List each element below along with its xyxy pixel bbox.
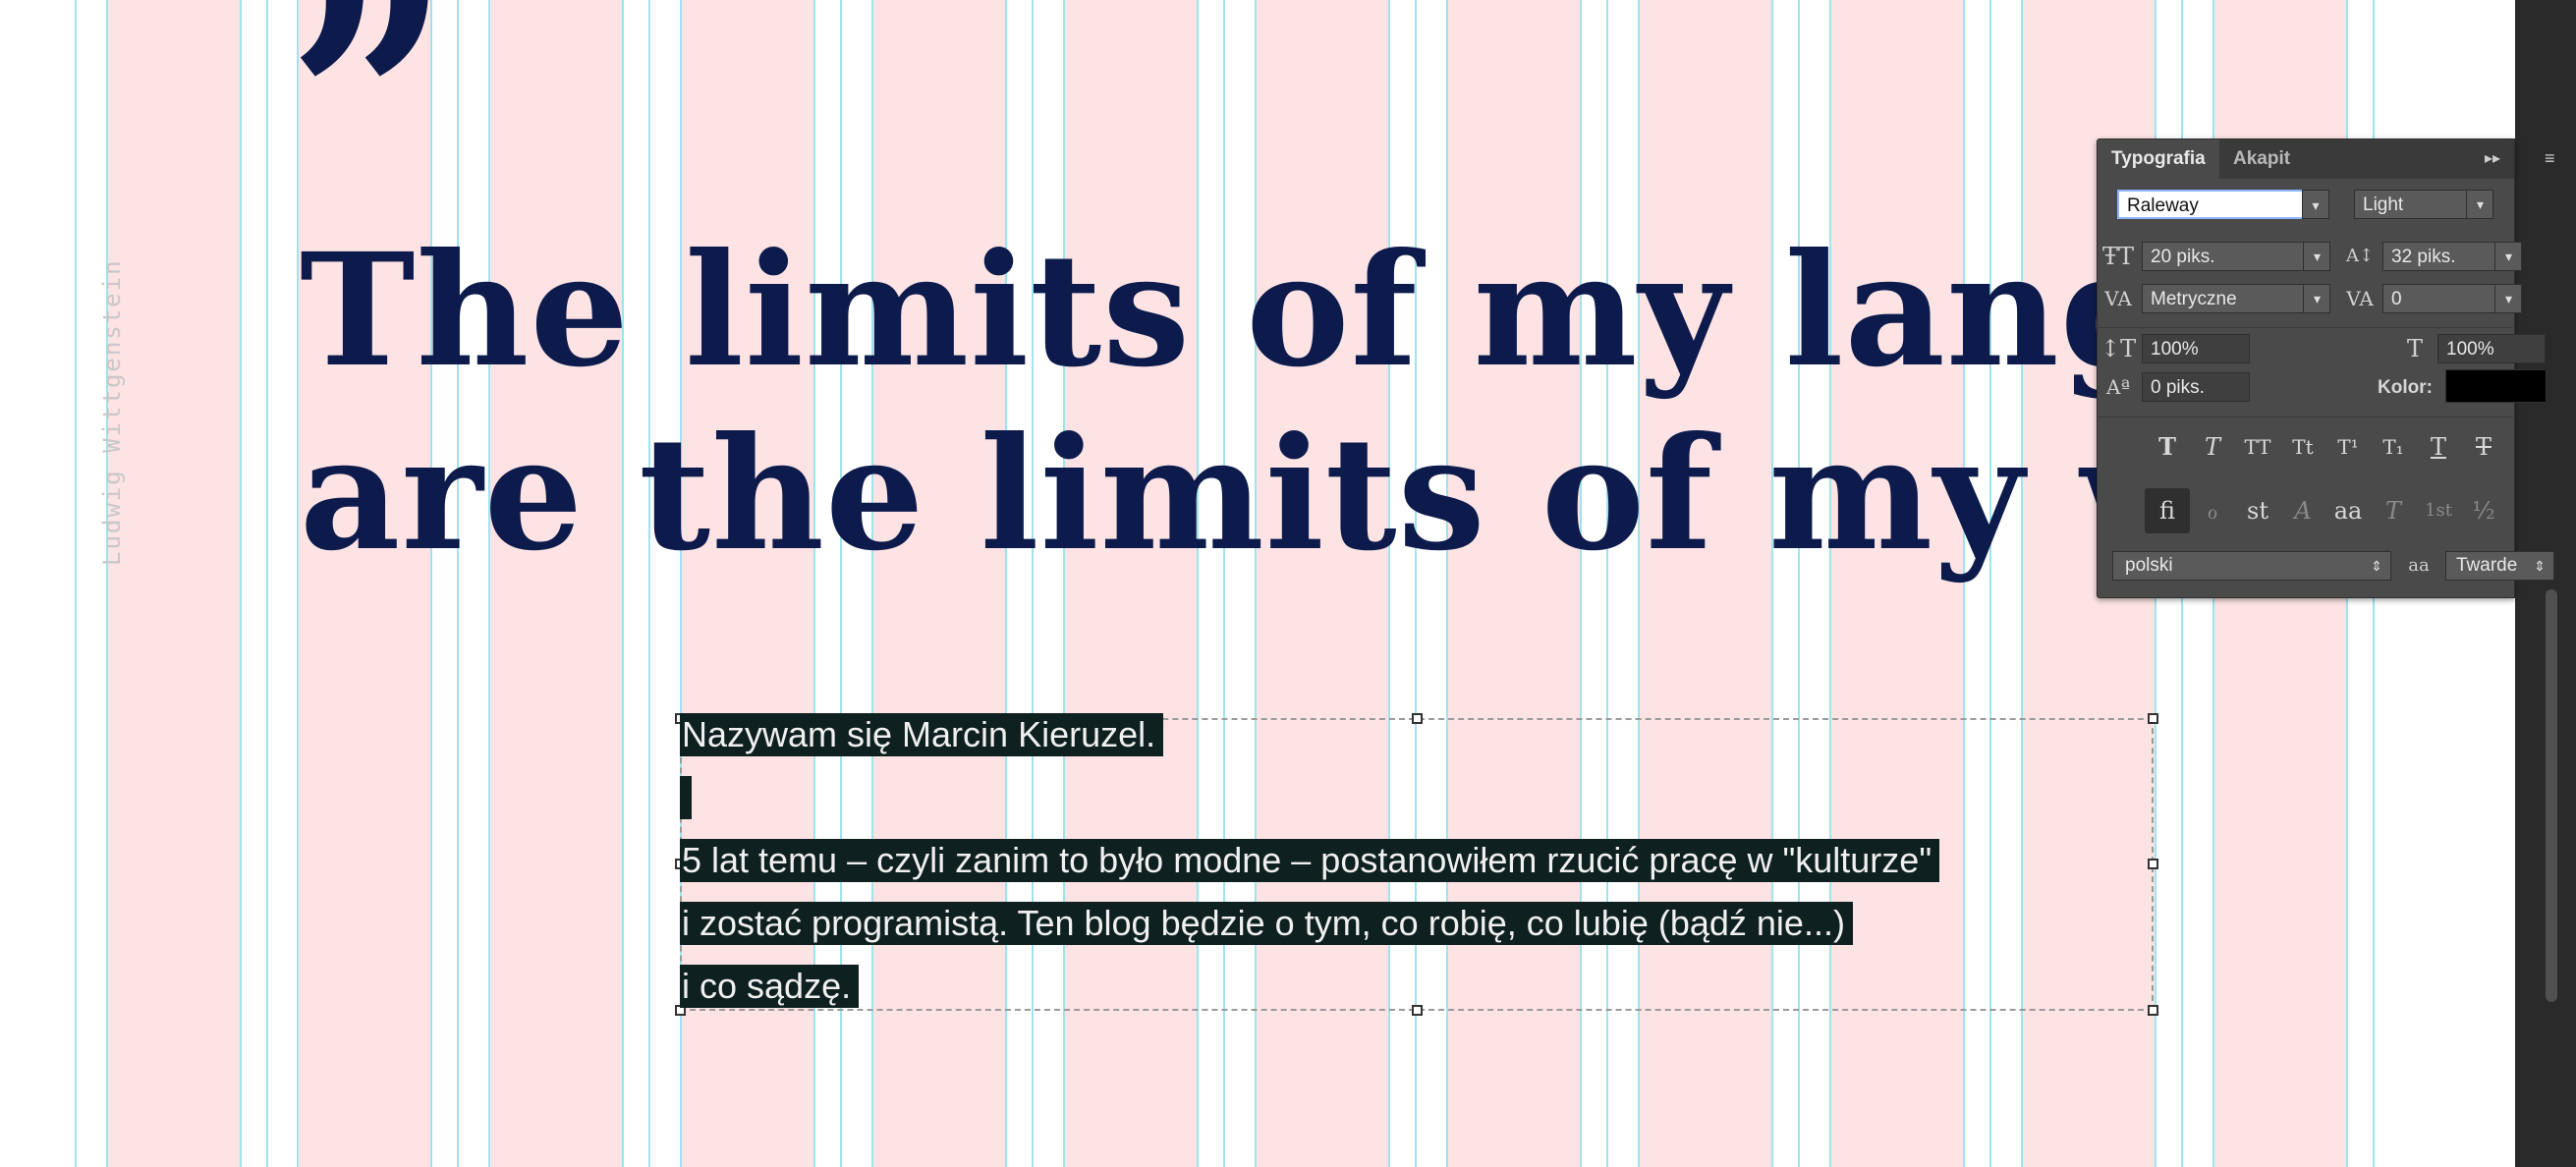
updown-arrows-icon: ⇕	[2534, 558, 2546, 574]
vertical-scale-icon: ↕T	[2100, 335, 2137, 362]
chevron-down-icon[interactable]: ▾	[2494, 284, 2522, 313]
titling-alternates-button[interactable]: T	[2371, 488, 2416, 533]
subscript-button[interactable]: T₁	[2371, 424, 2416, 470]
color-swatch[interactable]	[2445, 369, 2547, 403]
font-family-input[interactable]: Raleway	[2117, 190, 2304, 219]
text-line[interactable]: 5 lat temu – czyli zanim to było modne –…	[680, 839, 1940, 882]
faux-italic-button[interactable]: T	[2190, 424, 2235, 470]
guide-line	[266, 0, 268, 1167]
antialias-select[interactable]: Twarde ⇕	[2445, 551, 2554, 581]
chevron-down-icon[interactable]: ▾	[2303, 242, 2330, 271]
text-line[interactable]: i co sądzę.	[680, 965, 860, 1008]
layout-column	[106, 0, 240, 1167]
superscript-button[interactable]: T¹	[2325, 424, 2371, 470]
underline-button[interactable]: T	[2416, 424, 2461, 470]
tab-akapit[interactable]: Akapit	[2219, 139, 2304, 179]
language-select[interactable]: polski ⇕	[2112, 551, 2391, 581]
tab-typografia[interactable]: Typografia	[2098, 139, 2219, 179]
leading-icon: A↕	[2345, 246, 2375, 266]
font-size-icon: ŦT	[2101, 243, 2134, 270]
guide-line	[240, 0, 242, 1167]
swash-button[interactable]: A	[2280, 488, 2325, 533]
author-credit-wrap: Ludwig Wittgenstein	[98, 248, 128, 572]
author-credit: Ludwig Wittgenstein	[98, 258, 126, 566]
panel-divider	[2097, 327, 2513, 328]
tracking-icon: VA	[2346, 287, 2374, 310]
horizontal-scale-icon: T	[2406, 335, 2423, 362]
fractions-button[interactable]: ½	[2461, 488, 2506, 533]
empty-line-selection[interactable]	[680, 776, 692, 819]
collapse-panel-icon[interactable]: ▸▸	[2485, 139, 2500, 179]
small-caps-button[interactable]: Tt	[2280, 424, 2325, 470]
chevron-down-icon[interactable]: ▾	[2466, 190, 2493, 219]
text-line[interactable]: Nazywam się Marcin Kieruzel.	[680, 713, 1164, 756]
scrollbar-thumb[interactable]	[2546, 589, 2557, 1002]
kerning-icon: VA	[2104, 287, 2132, 310]
font-family-dropdown[interactable]: ▾	[2302, 190, 2329, 219]
resize-handle-right[interactable]	[2148, 859, 2158, 869]
panel-tab-bar: Typografia Akapit ▸▸	[2098, 139, 2514, 179]
panel-menu-icon[interactable]: ≡	[2545, 146, 2574, 170]
antialias-value: Twarde	[2456, 555, 2518, 576]
all-caps-button[interactable]: TT	[2235, 424, 2280, 470]
vertical-scale-input[interactable]: 100%	[2142, 334, 2250, 363]
stylistic-alternates-button[interactable]: aa	[2325, 488, 2371, 533]
color-label: Kolor:	[2378, 377, 2433, 398]
resize-handle-bottom[interactable]	[1412, 1005, 1423, 1016]
baseline-shift-input[interactable]: 0 piks.	[2142, 372, 2250, 402]
quote-mark: ”	[287, 0, 451, 270]
strikethrough-button[interactable]: T	[2461, 424, 2506, 470]
resize-handle-top[interactable]	[1412, 713, 1423, 724]
language-value: polski	[2125, 555, 2173, 576]
old-style-figures-button[interactable]: ℴ	[2190, 488, 2235, 533]
chevron-down-icon[interactable]: ▾	[2303, 284, 2330, 313]
antialias-icon: aa	[2408, 555, 2430, 576]
chevron-down-icon[interactable]: ▾	[2494, 242, 2522, 271]
text-line[interactable]: i zostać programistą. Ten blog będzie o …	[680, 902, 1853, 945]
ordinals-button[interactable]: 1st	[2416, 488, 2461, 533]
horizontal-scale-input[interactable]: 100%	[2437, 334, 2546, 363]
guide-line	[106, 0, 108, 1167]
guide-line	[75, 0, 77, 1167]
faux-bold-button[interactable]: T	[2145, 424, 2190, 470]
ligatures-button[interactable]: fi	[2145, 488, 2190, 533]
updown-arrows-icon: ⇕	[2371, 558, 2382, 574]
resize-handle-bottom-right[interactable]	[2148, 1005, 2158, 1016]
resize-handle-top-right[interactable]	[2148, 713, 2158, 724]
baseline-shift-icon: Aª	[2106, 375, 2130, 399]
discretionary-ligatures-button[interactable]: st	[2235, 488, 2280, 533]
